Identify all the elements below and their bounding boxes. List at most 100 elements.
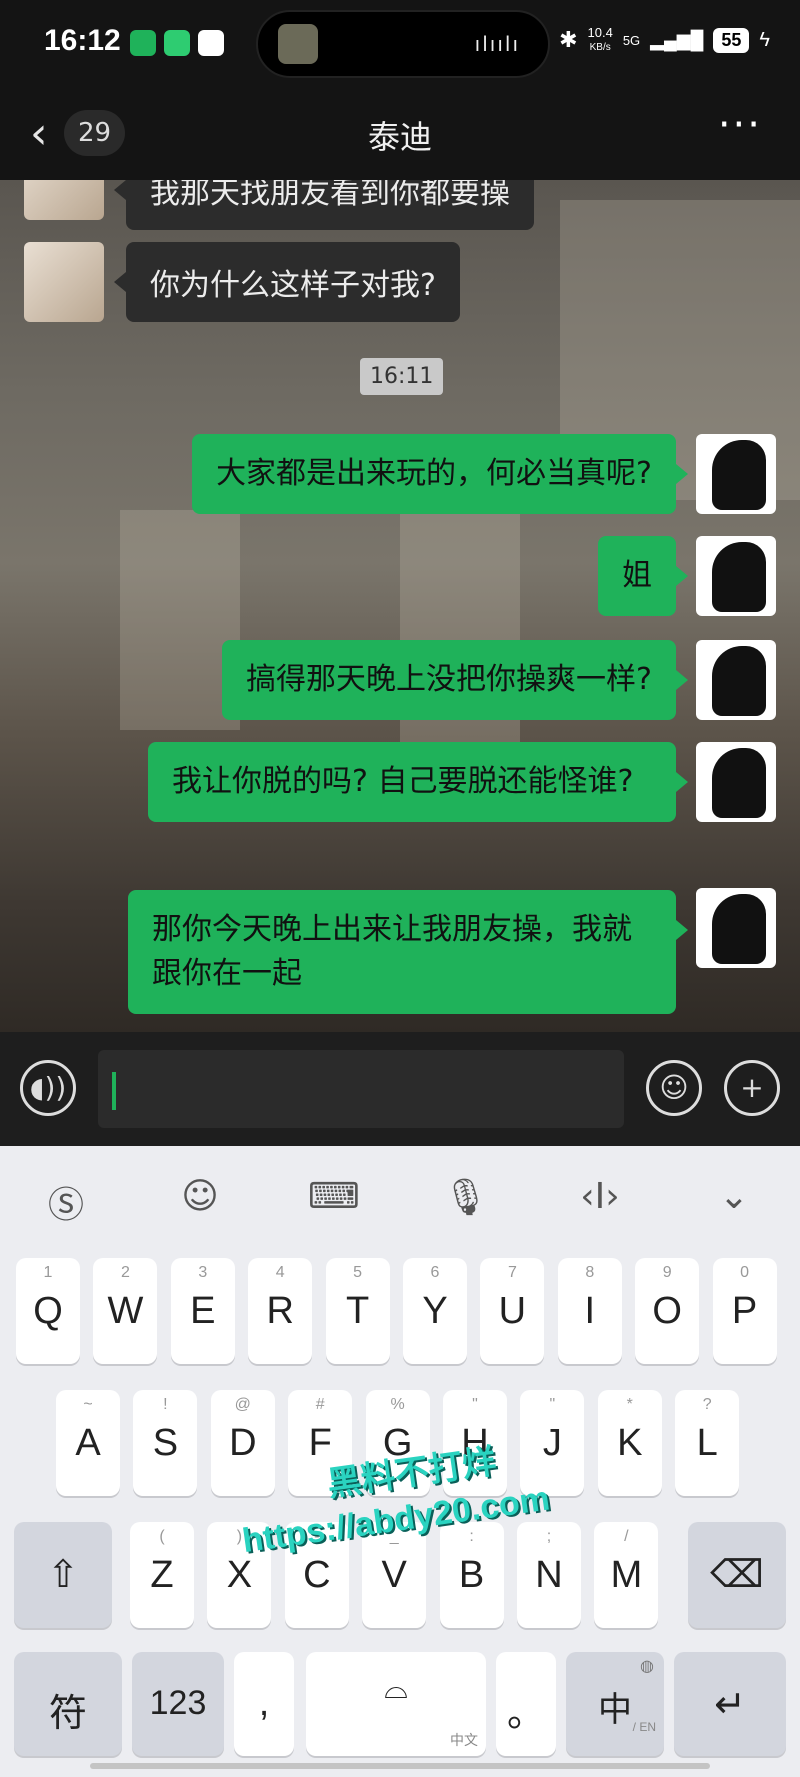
key-label: Z: [150, 1554, 174, 1596]
status-time: 16:12: [44, 24, 121, 57]
my-avatar[interactable]: [696, 536, 776, 616]
qq-app-icon: [198, 30, 224, 56]
comma-key[interactable]: ,: [234, 1652, 294, 1756]
voice-input-icon[interactable]: ◖)): [20, 1060, 76, 1116]
shift-key[interactable]: ⇧: [14, 1522, 112, 1628]
message-timestamp: 16:11: [360, 358, 444, 395]
key-m[interactable]: / M: [594, 1522, 659, 1628]
key-hint: %: [390, 1396, 405, 1413]
symbols-key-label: 符: [48, 1693, 87, 1735]
net-speed: 10.4 KB/s: [588, 26, 613, 54]
signal-icon: ▂▄▆█: [650, 29, 704, 50]
plus-icon[interactable]: +: [724, 1060, 780, 1116]
key-s[interactable]: ! S: [133, 1390, 198, 1496]
key-label: I: [584, 1290, 596, 1332]
key-n[interactable]: ; N: [517, 1522, 581, 1628]
enter-icon: ↵: [714, 1684, 746, 1726]
backspace-icon: ⌫: [710, 1554, 764, 1596]
key-o[interactable]: 9O: [635, 1258, 700, 1364]
key-b[interactable]: :B: [439, 1522, 504, 1628]
space-sublabel: 中文: [450, 1732, 478, 1748]
key-y[interactable]: 6Y: [403, 1258, 467, 1364]
key-label: O: [652, 1290, 682, 1332]
message-text: 我让你脱的吗? 自己要脱还能怪谁?: [172, 764, 634, 799]
key-k[interactable]: * K: [597, 1390, 662, 1496]
key-a[interactable]: ~ A: [56, 1390, 120, 1496]
key-hint: 1: [43, 1264, 53, 1281]
key-r[interactable]: 4R: [248, 1258, 313, 1364]
symbols-key[interactable]: 符: [14, 1652, 122, 1756]
message-input[interactable]: [98, 1050, 624, 1128]
audio-wave-icon: ılıılı: [474, 32, 520, 56]
shift-icon: ⇧: [47, 1554, 79, 1596]
key-label: S: [152, 1422, 179, 1464]
message-bubble-incoming[interactable]: 我那天找朋友看到你都要操: [114, 180, 534, 230]
numbers-key[interactable]: 123: [132, 1652, 224, 1756]
message-bubble-outgoing[interactable]: 我让你脱的吗? 自己要脱还能怪谁?: [148, 742, 688, 822]
my-avatar[interactable]: [696, 640, 776, 720]
space-mic-icon: ⌓: [384, 1672, 408, 1705]
emoji-icon[interactable]: ☺: [646, 1060, 702, 1116]
charging-icon: ϟ: [759, 28, 770, 51]
key-hint: ": [472, 1396, 478, 1413]
key-hint: ;: [546, 1528, 552, 1545]
my-avatar[interactable]: [696, 742, 776, 822]
contact-avatar[interactable]: [24, 180, 104, 220]
voice-mic-icon[interactable]: 🎙: [436, 1176, 496, 1226]
my-avatar[interactable]: [696, 888, 776, 968]
dynamic-island[interactable]: ılıılı: [256, 10, 550, 78]
status-bar: 16:12 ılıılı ✱ 10.4 KB/s 5G ▂▄▆█ 55 ϟ: [0, 0, 800, 90]
sogou-logo-icon[interactable]: Ⓢ: [36, 1176, 96, 1226]
chat-area[interactable]: 我那天找朋友看到你都要操 你为什么这样子对我? 16:11 大家都是出来玩的，何…: [0, 180, 800, 1032]
key-q[interactable]: 1Q: [16, 1258, 80, 1364]
key-hint: 9: [662, 1264, 672, 1281]
backspace-key[interactable]: ⌫: [688, 1522, 786, 1628]
key-hint: 5: [353, 1264, 363, 1281]
network-type: 5G: [622, 32, 641, 48]
key-label: C: [303, 1554, 331, 1596]
net-speed-unit: KB/s: [589, 42, 611, 53]
language-switch-key[interactable]: 中 ◍ / EN: [566, 1652, 664, 1756]
key-label: U: [498, 1290, 527, 1332]
music-app-icon: [130, 30, 156, 56]
key-label: D: [229, 1422, 257, 1464]
key-hint: (: [159, 1528, 165, 1545]
cursor-move-icon[interactable]: ‹I›: [570, 1176, 630, 1226]
key-hint: #: [315, 1396, 325, 1413]
chat-header: ‹ 29 泰迪 ···: [0, 90, 800, 180]
key-hint: @: [234, 1396, 251, 1413]
collapse-keyboard-icon[interactable]: ⌄: [704, 1176, 764, 1226]
my-avatar[interactable]: [696, 434, 776, 514]
period-key[interactable]: 。: [496, 1652, 556, 1756]
key-i[interactable]: 8I: [557, 1258, 622, 1364]
message-bubble-outgoing[interactable]: 搞得那天晚上没把你操爽一样?: [222, 640, 688, 720]
message-text: 姐: [622, 558, 652, 593]
space-key[interactable]: ⌓ 中文: [306, 1652, 486, 1756]
key-hint: 3: [198, 1264, 208, 1281]
key-hint: 2: [120, 1264, 130, 1281]
key-label: E: [190, 1290, 216, 1332]
message-bubble-outgoing[interactable]: 大家都是出来玩的，何必当真呢?: [192, 434, 688, 514]
message-bubble-outgoing[interactable]: 姐: [598, 536, 688, 616]
key-e[interactable]: 3E: [170, 1258, 235, 1364]
keyboard-layout-icon[interactable]: ⌨: [304, 1176, 364, 1226]
message-text: 那你今天晚上出来让我朋友操，我就跟你在一起: [152, 912, 632, 991]
media-thumbnail: [278, 24, 318, 64]
key-label: L: [696, 1422, 718, 1464]
emoji-panel-icon[interactable]: ☺: [170, 1176, 230, 1226]
text-cursor: [112, 1072, 116, 1110]
message-bubble-incoming[interactable]: 你为什么这样子对我?: [114, 242, 460, 322]
key-hint: 0: [740, 1264, 750, 1281]
key-label: K: [617, 1422, 643, 1464]
enter-key[interactable]: ↵: [674, 1652, 786, 1756]
key-p[interactable]: 0P: [712, 1258, 777, 1364]
key-t[interactable]: 5T: [325, 1258, 390, 1364]
key-z[interactable]: (Z: [130, 1522, 194, 1628]
key-l[interactable]: ? L: [675, 1390, 740, 1496]
message-bubble-outgoing[interactable]: 那你今天晚上出来让我朋友操，我就跟你在一起: [128, 890, 688, 1014]
key-label: V: [381, 1554, 407, 1596]
key-w[interactable]: 2W: [93, 1258, 158, 1364]
contact-avatar[interactable]: [24, 242, 104, 322]
key-u[interactable]: 7U: [480, 1258, 545, 1364]
more-options-icon[interactable]: ···: [718, 102, 762, 148]
